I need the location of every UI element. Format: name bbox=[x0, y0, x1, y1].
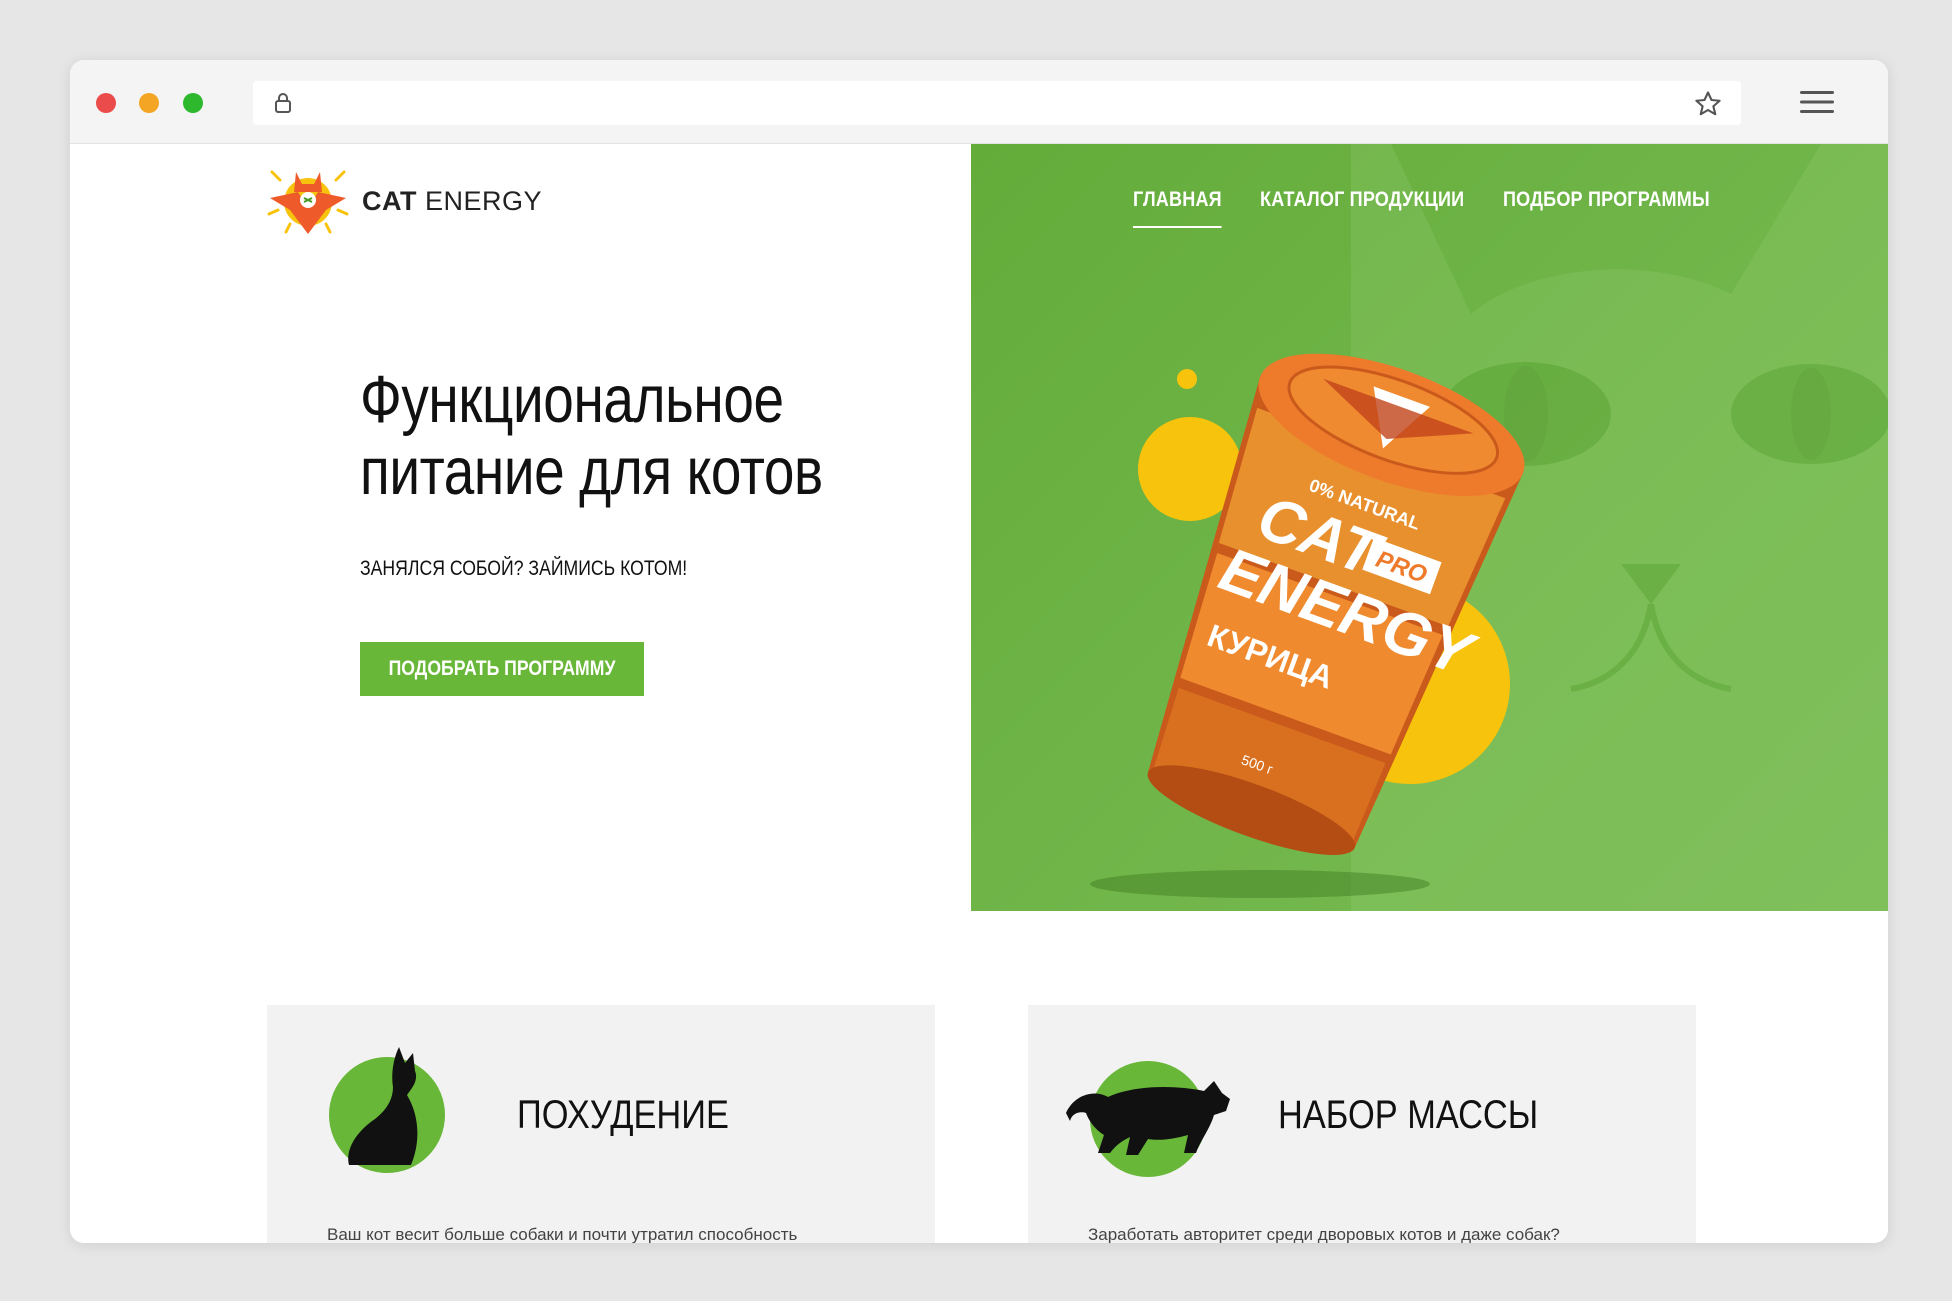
address-bar[interactable] bbox=[253, 81, 1741, 125]
sitting-cat-icon bbox=[329, 1047, 445, 1173]
hero-title: Функциональное питание для котов bbox=[360, 362, 823, 509]
logo-emblem-icon bbox=[267, 170, 349, 234]
maximize-window-button[interactable] bbox=[183, 93, 203, 113]
hero-subtitle: ЗАНЯЛСЯ СОБОЙ? ЗАЙМИСЬ КОТОМ! bbox=[360, 557, 688, 580]
page-viewport: CAT ENERGY ГЛАВНАЯ КАТАЛОГ ПРОДУКЦИИ ПОД… bbox=[70, 144, 1888, 1243]
nav-item-program[interactable]: ПОДБОР ПРОГРАММЫ bbox=[1503, 188, 1710, 226]
site-logo[interactable]: CAT ENERGY bbox=[266, 164, 542, 236]
panther-icon bbox=[1066, 1061, 1230, 1177]
star-icon[interactable] bbox=[1693, 89, 1723, 119]
browser-toolbar bbox=[70, 60, 1888, 144]
logo-text: CAT ENERGY bbox=[362, 186, 543, 216]
program-title-weight-loss: ПОХУДЕНИЕ bbox=[517, 1093, 729, 1137]
program-card-mass-gain[interactable]: НАБОР МАССЫ Заработать авторитет среди д… bbox=[1028, 1005, 1696, 1243]
program-text-mass-gain: Заработать авторитет среди дворовых кото… bbox=[1088, 1225, 1560, 1243]
choose-program-button[interactable]: ПОДОБРАТЬ ПРОГРАММУ bbox=[360, 642, 644, 696]
program-title-mass-gain: НАБОР МАССЫ bbox=[1278, 1093, 1539, 1137]
minimize-window-button[interactable] bbox=[139, 93, 159, 113]
nav-item-home[interactable]: ГЛАВНАЯ bbox=[1133, 188, 1222, 228]
browser-window: CAT ENERGY ГЛАВНАЯ КАТАЛОГ ПРОДУКЦИИ ПОД… bbox=[70, 60, 1888, 1243]
hamburger-icon[interactable] bbox=[1800, 88, 1834, 116]
lock-icon bbox=[275, 93, 291, 113]
close-window-button[interactable] bbox=[96, 93, 116, 113]
product-can-image: 0% NATURAL CAT PRO ENERGY КУРИЦА 500 г bbox=[1090, 353, 1525, 898]
program-text-weight-loss: Ваш кот весит больше собаки и почти утра… bbox=[327, 1225, 798, 1243]
program-card-weight-loss[interactable]: ПОХУДЕНИЕ Ваш кот весит больше собаки и … bbox=[267, 1005, 935, 1243]
nav-item-catalog[interactable]: КАТАЛОГ ПРОДУКЦИИ bbox=[1260, 188, 1464, 226]
